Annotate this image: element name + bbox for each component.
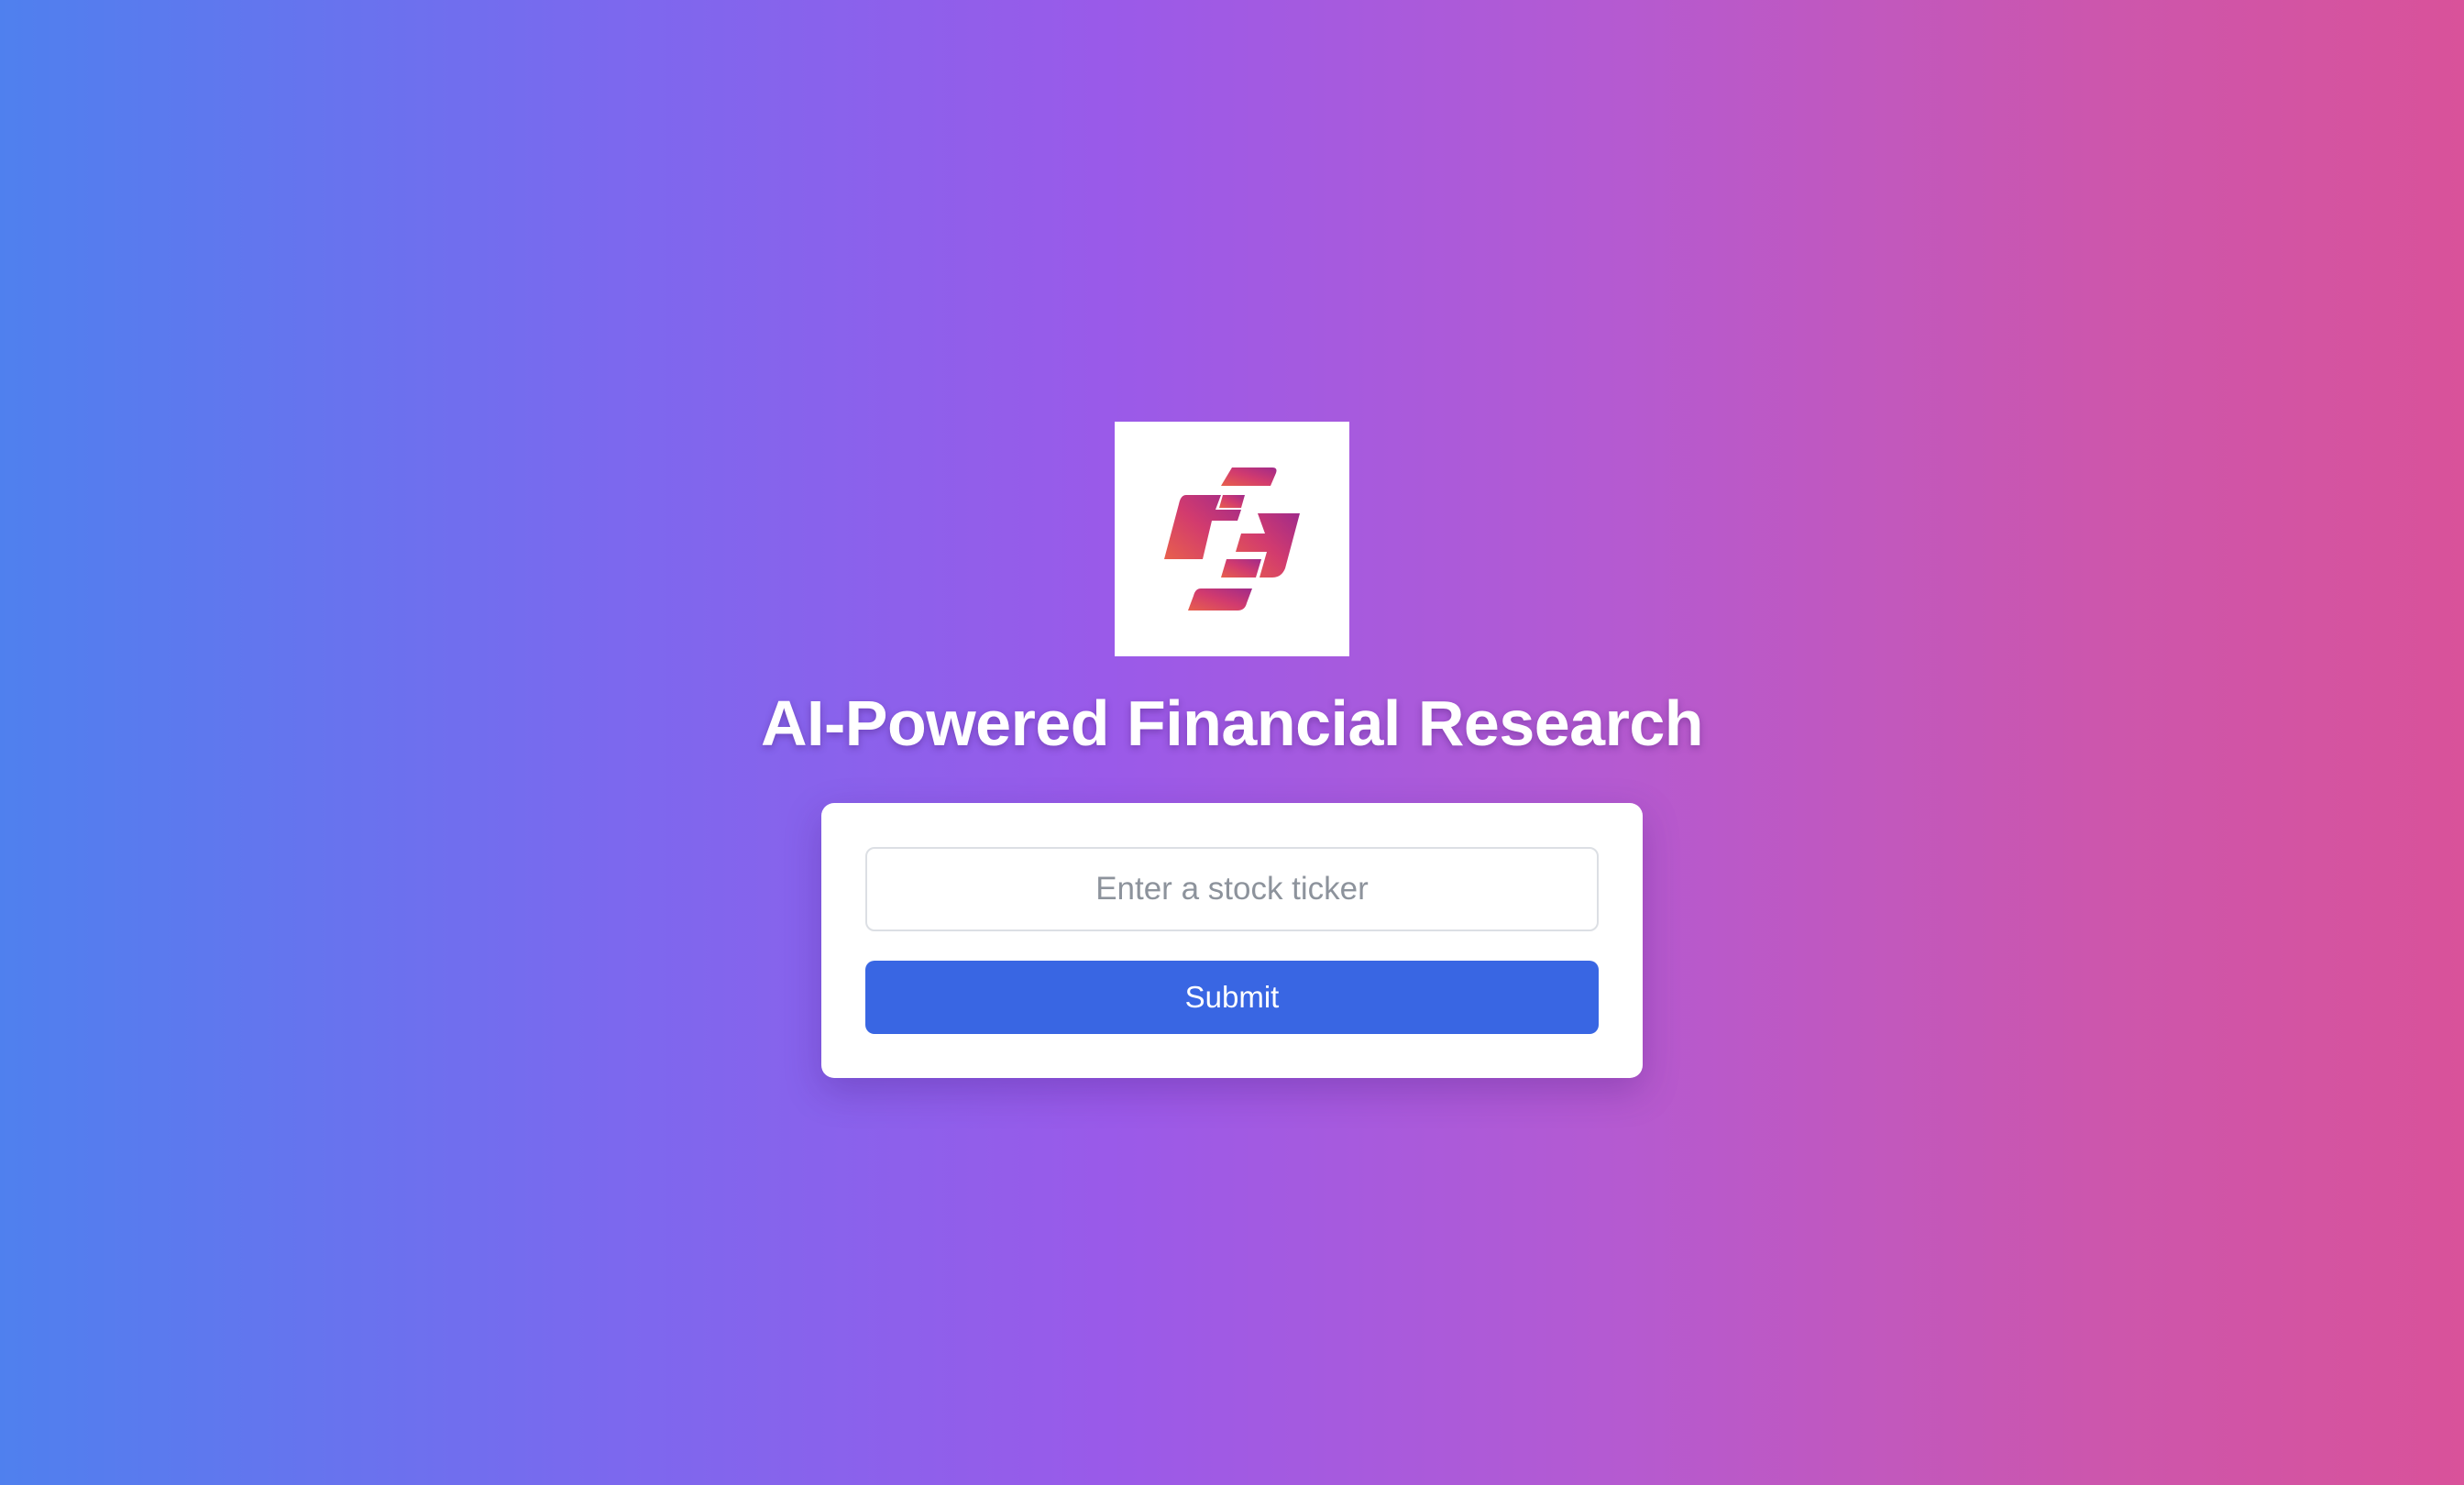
search-card: Submit	[821, 803, 1643, 1078]
lightning-blocks-logo-icon	[1164, 468, 1300, 610]
submit-button[interactable]: Submit	[865, 961, 1599, 1034]
app-logo	[1115, 422, 1349, 656]
page-title: AI-Powered Financial Research	[760, 688, 1704, 759]
ticker-input[interactable]	[865, 847, 1599, 931]
